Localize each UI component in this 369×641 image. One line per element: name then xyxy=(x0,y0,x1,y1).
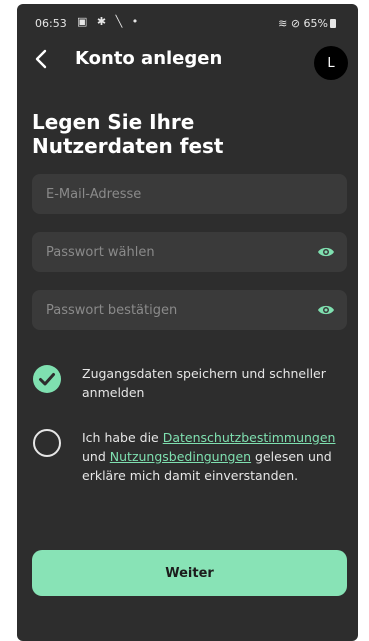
checkbox-checked-icon[interactable] xyxy=(32,364,62,394)
password-confirm-input[interactable] xyxy=(32,290,347,330)
password-input[interactable] xyxy=(32,232,347,272)
back-arrow-icon[interactable] xyxy=(27,44,57,74)
battery-level: ≋ ⊘ 65% xyxy=(278,17,328,30)
remember-login-row[interactable]: Zugangsdaten speichern und schneller anm… xyxy=(32,364,352,404)
form-heading: Legen Sie Ihre Nutzerdaten fest xyxy=(32,110,224,158)
status-bar: 06:53 ▣ ✱ ╲ • ≋ ⊘ 65% xyxy=(17,4,358,32)
email-field[interactable] xyxy=(32,174,347,214)
privacy-policy-link[interactable]: Datenschutzbestim­mungen xyxy=(163,430,336,445)
notification-icons: ▣ ✱ ╲ • xyxy=(77,15,142,28)
app-bar: Konto anlegen L xyxy=(17,42,358,82)
consent-text: Ich habe die Datenschutzbestim­mungen un… xyxy=(82,428,347,485)
eye-icon[interactable] xyxy=(317,244,335,260)
terms-of-use-link[interactable]: Nutzungsbedingungen xyxy=(110,449,251,464)
continue-button[interactable]: Weiter xyxy=(32,550,347,596)
consent-row[interactable]: Ich habe die Datenschutzbestim­mungen un… xyxy=(32,428,352,508)
consent-text-before: Ich habe die xyxy=(82,430,163,445)
email-input[interactable] xyxy=(32,174,347,214)
checkbox-unchecked-icon[interactable] xyxy=(32,428,62,458)
phone-screen: 06:53 ▣ ✱ ╲ • ≋ ⊘ 65% Konto anlegen L Le… xyxy=(17,4,358,641)
avatar[interactable]: L xyxy=(314,46,348,80)
password-field[interactable] xyxy=(32,232,347,272)
status-indicators: ≋ ⊘ 65% xyxy=(278,17,336,30)
status-time: 06:53 xyxy=(35,17,67,30)
remember-login-label: Zugangsdaten speichern und schneller anm… xyxy=(82,366,326,400)
consent-text-middle: und xyxy=(82,449,110,464)
page-title: Konto anlegen xyxy=(75,48,223,69)
password-confirm-field[interactable] xyxy=(32,290,347,330)
battery-icon xyxy=(330,19,336,28)
eye-icon[interactable] xyxy=(317,302,335,318)
